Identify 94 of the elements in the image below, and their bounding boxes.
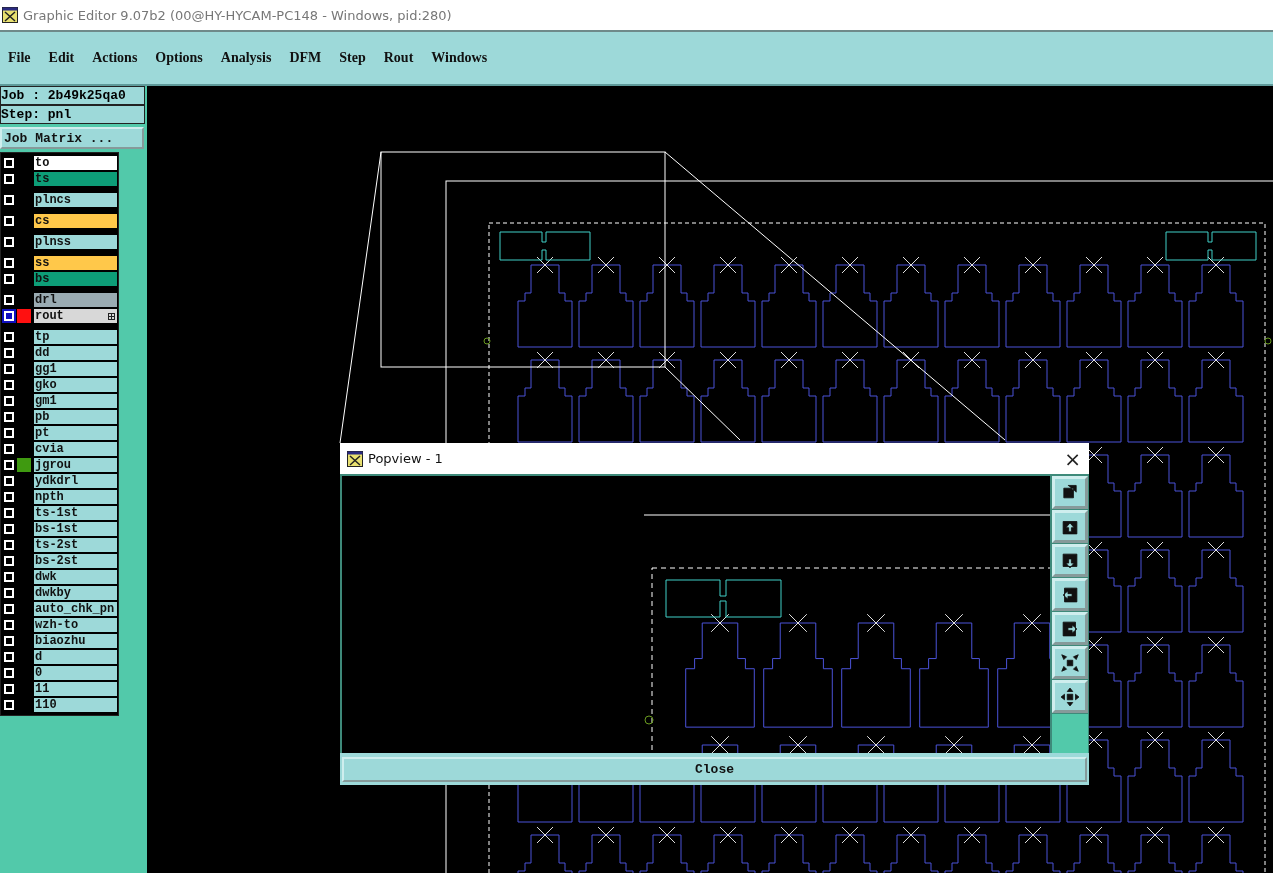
expand-icon[interactable] xyxy=(108,312,115,320)
popview-title: Popview - 1 xyxy=(368,451,444,466)
layer-checkbox[interactable] xyxy=(4,620,14,630)
step-field: Step: pnl xyxy=(0,105,145,124)
window-arrow-button[interactable] xyxy=(1052,476,1088,509)
menu-item[interactable]: Options xyxy=(155,50,203,66)
layer-name[interactable]: wzh-to xyxy=(34,618,117,632)
layer-checkbox[interactable] xyxy=(4,460,14,470)
layer-name[interactable]: bs-1st xyxy=(34,522,117,536)
layer-checkbox[interactable] xyxy=(4,700,14,710)
layer-checkbox[interactable] xyxy=(4,364,14,374)
layer-checkbox[interactable] xyxy=(4,258,14,268)
layer-checkbox[interactable] xyxy=(4,684,14,694)
job-matrix-button[interactable]: Job Matrix ... xyxy=(0,127,144,149)
menu-item[interactable]: Edit xyxy=(48,50,75,66)
layer-name[interactable]: pt xyxy=(34,426,117,440)
layer-name[interactable]: drl xyxy=(34,293,117,307)
arrow-up-button[interactable] xyxy=(1052,510,1088,543)
layer-name[interactable]: tp xyxy=(34,330,117,344)
layer-checkbox[interactable] xyxy=(4,274,14,284)
layer-name[interactable]: 0 xyxy=(34,666,117,680)
toolbar-panel xyxy=(1052,714,1088,753)
arrow-left-button[interactable] xyxy=(1052,578,1088,611)
arrows-inward-button[interactable] xyxy=(1052,646,1088,679)
layer-checkbox[interactable] xyxy=(4,636,14,646)
layer-checkbox[interactable] xyxy=(4,476,14,486)
arrows-inward-icon xyxy=(1059,651,1081,674)
layer-checkbox[interactable] xyxy=(4,588,14,598)
layer-name[interactable]: plnss xyxy=(34,235,117,249)
layer-checkbox[interactable] xyxy=(4,540,14,550)
layer-name[interactable]: dwkby xyxy=(34,586,117,600)
layer-name[interactable]: ss xyxy=(34,256,117,270)
layer-name[interactable]: ydkdrl xyxy=(34,474,117,488)
layer-name[interactable]: bs xyxy=(34,272,117,286)
close-button[interactable]: Close xyxy=(342,757,1087,782)
close-button[interactable]: × xyxy=(1064,446,1081,471)
arrow-right-button[interactable] xyxy=(1052,612,1088,645)
layer-checkbox[interactable] xyxy=(4,412,14,422)
layer-name[interactable]: auto_chk_pn xyxy=(34,602,117,616)
arrows-outward-button[interactable] xyxy=(1052,680,1088,713)
layer-checkbox[interactable] xyxy=(4,396,14,406)
layer-name[interactable]: 11 xyxy=(34,682,117,696)
layer-checkbox[interactable] xyxy=(4,492,14,502)
app-icon xyxy=(347,450,363,467)
layer-checkbox[interactable] xyxy=(4,444,14,454)
menu-item[interactable]: File xyxy=(8,50,31,66)
arrows-outward-icon xyxy=(1059,685,1081,708)
layer-checkbox[interactable] xyxy=(4,508,14,518)
layer-name[interactable]: npth xyxy=(34,490,117,504)
layer-name[interactable]: dd xyxy=(34,346,117,360)
layer-checkbox[interactable] xyxy=(4,332,14,342)
layer-name[interactable]: d xyxy=(34,650,117,664)
layer-checkbox[interactable] xyxy=(4,524,14,534)
layer-name[interactable]: jgrou xyxy=(34,458,117,472)
layer-checkbox[interactable] xyxy=(4,652,14,662)
layer-name[interactable]: pb xyxy=(34,410,117,424)
menu-item[interactable]: Analysis xyxy=(220,50,272,66)
layer-name[interactable]: rout xyxy=(34,309,117,323)
menu-item[interactable]: Actions xyxy=(92,50,138,66)
layer-name[interactable]: plncs xyxy=(34,193,117,207)
menu-item[interactable]: Step xyxy=(339,50,366,66)
layer-name[interactable]: to xyxy=(34,156,117,170)
layer-checkbox[interactable] xyxy=(4,295,14,305)
menu-item[interactable]: DFM xyxy=(289,50,322,66)
window-title: Graphic Editor 9.07b2 (00@HY-HYCAM-PC148 - Windows, pid:280) xyxy=(23,7,452,23)
menu-item[interactable]: Windows xyxy=(431,50,488,66)
layer-name[interactable]: bs-2st xyxy=(34,554,117,568)
layer-name[interactable]: ts-1st xyxy=(34,506,117,520)
layer-checkbox[interactable] xyxy=(4,380,14,390)
layer-checkbox[interactable] xyxy=(4,237,14,247)
menu-item[interactable]: Rout xyxy=(383,50,414,66)
layer-name[interactable]: 110 xyxy=(34,698,117,712)
layer-checkbox[interactable] xyxy=(4,604,14,614)
layer-name[interactable]: gg1 xyxy=(34,362,117,376)
layer-checkbox[interactable] xyxy=(4,216,14,226)
app-icon xyxy=(2,7,18,23)
layer-checkbox[interactable] xyxy=(4,428,14,438)
layer-name[interactable]: cvia xyxy=(34,442,117,456)
layer-checkbox[interactable] xyxy=(4,174,14,184)
job-field: Job : 2b49k25qa0 xyxy=(0,86,145,105)
layer-checkbox[interactable] xyxy=(4,195,14,205)
layer-checkbox[interactable] xyxy=(4,348,14,358)
layer-name[interactable]: ts xyxy=(34,172,117,186)
layer-checkbox[interactable] xyxy=(4,556,14,566)
layer-name[interactable]: gko xyxy=(34,378,117,392)
layer-name[interactable]: biaozhu xyxy=(34,634,117,648)
arrow-down-button[interactable] xyxy=(1052,544,1088,577)
layer-checkbox[interactable] xyxy=(4,668,14,678)
layer-name[interactable]: ts-2st xyxy=(34,538,117,552)
layer-name[interactable]: dwk xyxy=(34,570,117,584)
layer-name[interactable]: gm1 xyxy=(34,394,117,408)
layer-checkbox[interactable] xyxy=(4,572,14,582)
layer-checkbox[interactable] xyxy=(4,158,14,168)
layer-name[interactable]: cs xyxy=(34,214,117,228)
